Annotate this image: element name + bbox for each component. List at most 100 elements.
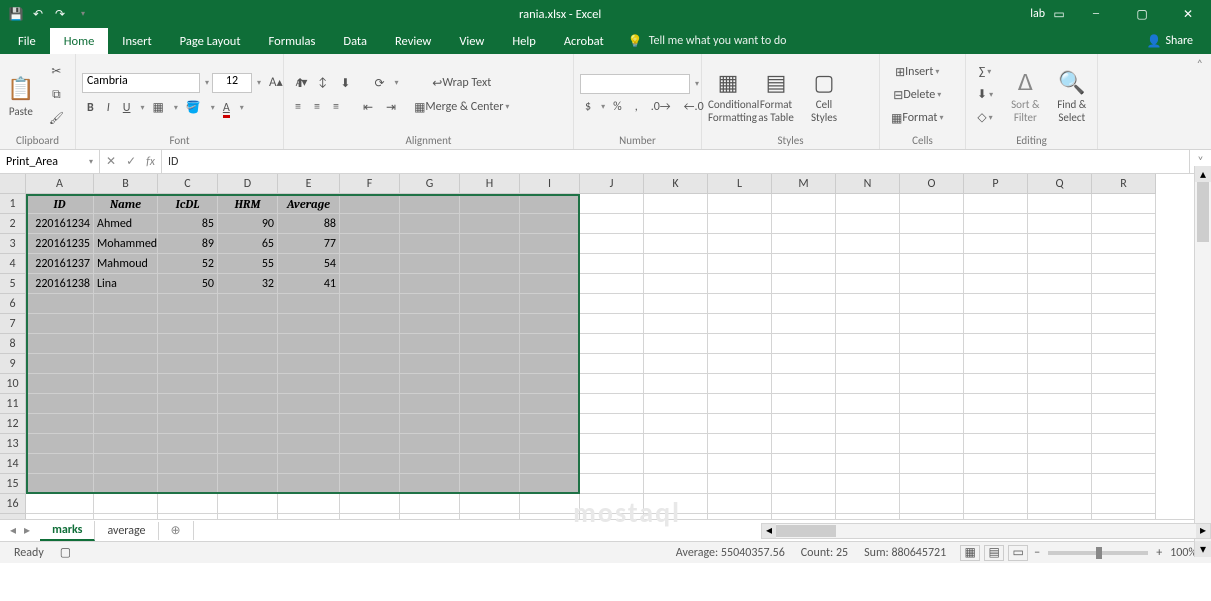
cell-H14[interactable] xyxy=(460,454,520,474)
cell-B10[interactable] xyxy=(94,374,158,394)
cell-Q6[interactable] xyxy=(1028,294,1092,314)
cell-I5[interactable] xyxy=(520,274,580,294)
col-header-I[interactable]: I xyxy=(520,174,580,194)
cell-K16[interactable] xyxy=(644,494,708,514)
cell-O13[interactable] xyxy=(900,434,964,454)
cell-N8[interactable] xyxy=(836,334,900,354)
tab-page-layout[interactable]: Page Layout xyxy=(166,28,255,54)
cell-H4[interactable] xyxy=(460,254,520,274)
cell-H6[interactable] xyxy=(460,294,520,314)
cell-P9[interactable] xyxy=(964,354,1028,374)
cell-O6[interactable] xyxy=(900,294,964,314)
cell-M5[interactable] xyxy=(772,274,836,294)
horizontal-scrollbar[interactable]: ◂ ▸ xyxy=(761,523,1211,539)
insert-cells-button[interactable]: ⊞ Insert ▾ xyxy=(886,62,948,83)
cell-P12[interactable] xyxy=(964,414,1028,434)
cell-R6[interactable] xyxy=(1092,294,1156,314)
cell-B12[interactable] xyxy=(94,414,158,434)
col-header-Q[interactable]: Q xyxy=(1028,174,1092,194)
cell-G12[interactable] xyxy=(400,414,460,434)
font-color-button[interactable]: A xyxy=(218,98,235,118)
paste-button[interactable]: 📋Paste xyxy=(6,73,36,118)
save-icon[interactable]: 💾 xyxy=(8,6,24,22)
cell-A6[interactable] xyxy=(26,294,94,314)
cell-N13[interactable] xyxy=(836,434,900,454)
redo-icon[interactable]: ↷ xyxy=(52,6,68,22)
cell-J6[interactable] xyxy=(580,294,644,314)
cell-R8[interactable] xyxy=(1092,334,1156,354)
cell-R2[interactable] xyxy=(1092,214,1156,234)
cell-K17[interactable] xyxy=(644,514,708,519)
cell-C11[interactable] xyxy=(158,394,218,414)
cell-Q4[interactable] xyxy=(1028,254,1092,274)
cell-Q1[interactable] xyxy=(1028,194,1092,214)
cell-F6[interactable] xyxy=(340,294,400,314)
cell-R1[interactable] xyxy=(1092,194,1156,214)
row-header-9[interactable]: 9 xyxy=(0,354,26,374)
cell-B2[interactable]: Ahmed xyxy=(94,214,158,234)
cell-P10[interactable] xyxy=(964,374,1028,394)
cell-R5[interactable] xyxy=(1092,274,1156,294)
cell-F12[interactable] xyxy=(340,414,400,434)
cell-J9[interactable] xyxy=(580,354,644,374)
cell-D2[interactable]: 90 xyxy=(218,214,278,234)
cell-A4[interactable]: 220161237 xyxy=(26,254,94,274)
cell-J8[interactable] xyxy=(580,334,644,354)
borders-button[interactable]: ▦ xyxy=(147,97,168,118)
cell-B16[interactable] xyxy=(94,494,158,514)
cell-N5[interactable] xyxy=(836,274,900,294)
sheet-next-icon[interactable]: ▸ xyxy=(24,523,30,538)
cell-I7[interactable] xyxy=(520,314,580,334)
cell-A15[interactable] xyxy=(26,474,94,494)
cell-P17[interactable] xyxy=(964,514,1028,519)
cell-K5[interactable] xyxy=(644,274,708,294)
cell-J15[interactable] xyxy=(580,474,644,494)
cell-J16[interactable] xyxy=(580,494,644,514)
cell-J5[interactable] xyxy=(580,274,644,294)
cell-H9[interactable] xyxy=(460,354,520,374)
cell-F15[interactable] xyxy=(340,474,400,494)
new-sheet-button[interactable]: ⊕ xyxy=(159,521,194,540)
align-middle-button[interactable]: ↕ xyxy=(313,73,332,93)
cell-B1[interactable]: Name xyxy=(94,194,158,214)
cell-D3[interactable]: 65 xyxy=(218,234,278,254)
tab-help[interactable]: Help xyxy=(498,28,549,54)
col-header-G[interactable]: G xyxy=(400,174,460,194)
cell-L2[interactable] xyxy=(708,214,772,234)
cell-L6[interactable] xyxy=(708,294,772,314)
cell-B4[interactable]: Mahmoud xyxy=(94,254,158,274)
number-format-select[interactable] xyxy=(580,74,690,94)
cell-I4[interactable] xyxy=(520,254,580,274)
cell-O8[interactable] xyxy=(900,334,964,354)
cell-M13[interactable] xyxy=(772,434,836,454)
cell-Q10[interactable] xyxy=(1028,374,1092,394)
cell-A11[interactable] xyxy=(26,394,94,414)
hscroll-right-icon[interactable]: ▸ xyxy=(1196,524,1210,538)
cell-K12[interactable] xyxy=(644,414,708,434)
cell-E17[interactable] xyxy=(278,514,340,519)
cell-N17[interactable] xyxy=(836,514,900,519)
cell-I10[interactable] xyxy=(520,374,580,394)
align-center-button[interactable]: ≡ xyxy=(309,97,325,117)
cell-C2[interactable]: 85 xyxy=(158,214,218,234)
cell-D13[interactable] xyxy=(218,434,278,454)
macro-record-icon[interactable]: ▢ xyxy=(52,545,79,560)
cell-I11[interactable] xyxy=(520,394,580,414)
cell-H8[interactable] xyxy=(460,334,520,354)
cell-I9[interactable] xyxy=(520,354,580,374)
cell-D12[interactable] xyxy=(218,414,278,434)
cell-N9[interactable] xyxy=(836,354,900,374)
cell-Q9[interactable] xyxy=(1028,354,1092,374)
row-header-5[interactable]: 5 xyxy=(0,274,26,294)
cell-G17[interactable] xyxy=(400,514,460,519)
undo-icon[interactable]: ↶ xyxy=(30,6,46,22)
cell-H13[interactable] xyxy=(460,434,520,454)
cell-K8[interactable] xyxy=(644,334,708,354)
cell-F3[interactable] xyxy=(340,234,400,254)
collapse-ribbon-button[interactable]: ˄ xyxy=(1098,54,1211,149)
font-name-select[interactable]: Cambria xyxy=(82,73,200,93)
increase-indent-button[interactable]: ⇥ xyxy=(381,97,401,118)
view-page-break-button[interactable]: ▭ xyxy=(1008,545,1028,561)
cell-J10[interactable] xyxy=(580,374,644,394)
cell-E3[interactable]: 77 xyxy=(278,234,340,254)
